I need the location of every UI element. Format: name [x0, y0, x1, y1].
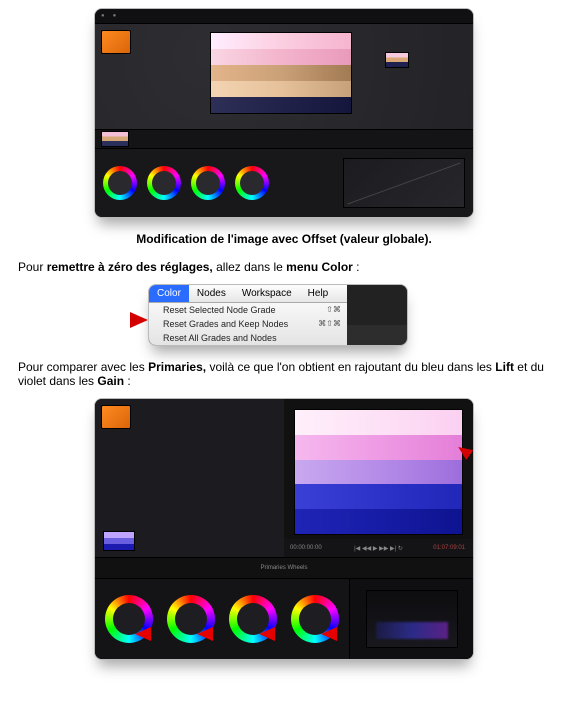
- figure1-caption: Modification de l'image avec Offset (val…: [18, 232, 550, 246]
- screenshot-primaries: 00:00:00:00 |◀ ◀◀ ▶ ▶▶ ▶| ↻ 01:07:09:01 …: [94, 398, 474, 660]
- node-thumbnail: [385, 52, 409, 68]
- resolve-window-primaries: 00:00:00:00 |◀ ◀◀ ▶ ▶▶ ▶| ↻ 01:07:09:01 …: [94, 398, 474, 660]
- viewer-preview: [294, 409, 463, 535]
- gamma-wheel[interactable]: [147, 166, 181, 200]
- arrow-icon: [321, 627, 337, 641]
- menu-help[interactable]: Help: [300, 285, 337, 302]
- menu-item-label: Reset All Grades and Nodes: [163, 333, 277, 343]
- menu-workspace[interactable]: Workspace: [234, 285, 300, 302]
- arrow-icon: [130, 312, 148, 328]
- text-bold: Gain: [97, 374, 124, 388]
- arrow-icon: [197, 627, 213, 641]
- text-reset-instructions: Pour remettre à zéro des réglages, allez…: [18, 260, 550, 274]
- menu-item-reset-grades-keep-nodes[interactable]: Reset Grades and Keep Nodes ⌘⇧⌘: [149, 317, 347, 331]
- text: voilà ce que l'on obtient en rajoutant d…: [206, 360, 495, 374]
- color-wheels-panel: [95, 148, 473, 217]
- menu-item-label: Reset Grades and Keep Nodes: [163, 319, 288, 329]
- viewer-transport-bar: 00:00:00:00 |◀ ◀◀ ▶ ▶▶ ▶| ↻ 01:07:09:01: [284, 539, 473, 557]
- text-primaries-comparison: Pour comparer avec les Primaries, voilà …: [18, 360, 550, 388]
- text: :: [124, 374, 131, 388]
- panel-label: Primaries Wheels: [260, 565, 307, 571]
- dot-icon: ●: [101, 13, 105, 19]
- menu-color[interactable]: Color: [149, 285, 189, 302]
- menu-dark-area: [347, 285, 407, 325]
- lift-wheel[interactable]: [103, 166, 137, 200]
- text-bold: remettre à zéro des réglages,: [47, 260, 213, 274]
- timeline-strip: [95, 129, 473, 148]
- scopes-panel: [349, 579, 473, 659]
- text: Pour: [18, 260, 47, 274]
- timecode-left: 00:00:00:00: [290, 545, 322, 551]
- curves-scope: [343, 158, 465, 208]
- resolve-window: ● ●: [94, 8, 474, 218]
- timeline-clip-thumb: [101, 131, 129, 147]
- menu-item-shortcut: ⇧⌘: [326, 305, 341, 315]
- menu-dropdown: Reset Selected Node Grade ⇧⌘ Reset Grade…: [149, 303, 347, 345]
- text-bold: Primaries,: [148, 360, 206, 374]
- menu-item-reset-selected-node-grade[interactable]: Reset Selected Node Grade ⇧⌘: [149, 303, 347, 317]
- menu-window: Color Nodes Workspace Help Reset Selecte…: [148, 284, 408, 346]
- text-bold: Lift: [495, 360, 514, 374]
- menu-nodes[interactable]: Nodes: [189, 285, 234, 302]
- node-graph-area: [95, 24, 473, 129]
- menu-item-shortcut: ⌘⇧⌘: [318, 319, 341, 329]
- menu-item-label: Reset Selected Node Grade: [163, 305, 276, 315]
- screenshot-color-menu: Color Nodes Workspace Help Reset Selecte…: [148, 284, 408, 346]
- screenshot-offset: ● ●: [94, 8, 474, 218]
- gain-wheel[interactable]: [191, 166, 225, 200]
- offset-wheel[interactable]: [235, 166, 269, 200]
- primaries-wheels-panel: [95, 578, 473, 659]
- upper-panels: 00:00:00:00 |◀ ◀◀ ▶ ▶▶ ▶| ↻ 01:07:09:01: [95, 399, 473, 557]
- palette-tab-strip: Primaries Wheels: [95, 557, 473, 578]
- arrow-icon: [259, 627, 275, 641]
- dot-icon: ●: [113, 13, 117, 19]
- menu-item-reset-all-grades-nodes[interactable]: Reset All Grades and Nodes: [149, 331, 347, 345]
- text: :: [353, 260, 360, 274]
- viewer-panel: 00:00:00:00 |◀ ◀◀ ▶ ▶▶ ▶| ↻ 01:07:09:01: [284, 399, 473, 557]
- node-graph-area: [95, 399, 284, 557]
- arrow-icon: [135, 627, 151, 641]
- timeline-clip-thumb: [103, 531, 135, 551]
- timecode-right: 01:07:09:01: [433, 545, 465, 551]
- viewer-preview: [210, 32, 352, 114]
- text: Pour comparer avec les: [18, 360, 148, 374]
- text-bold: menu Color: [286, 260, 353, 274]
- vectorscope: [366, 590, 458, 648]
- transport-controls[interactable]: |◀ ◀◀ ▶ ▶▶ ▶| ↻: [354, 545, 403, 552]
- app-menubar: Color Nodes Workspace Help: [149, 285, 347, 303]
- clip-thumbnail-icon: [101, 405, 131, 429]
- text: allez dans le: [213, 260, 286, 274]
- resolve-title-bar: ● ●: [95, 9, 473, 24]
- clip-thumbnail-icon: [101, 30, 131, 54]
